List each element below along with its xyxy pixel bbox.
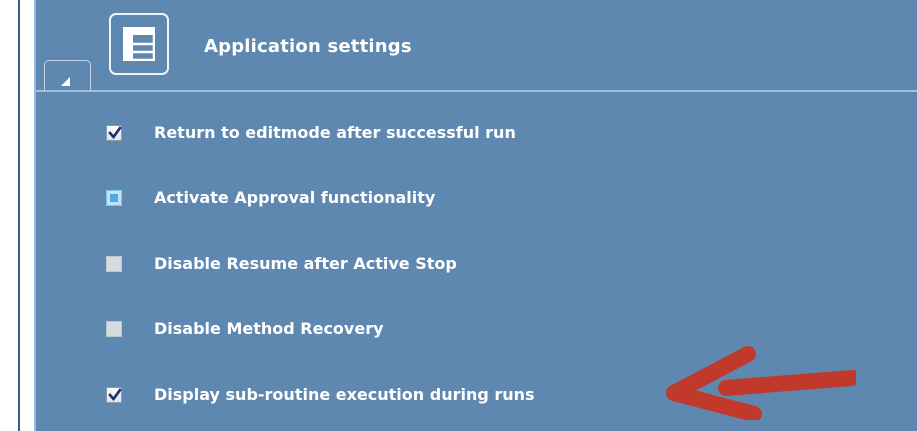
display-subroutine-checkbox[interactable] xyxy=(106,387,122,403)
setting-label: Disable Method Recovery xyxy=(154,319,384,338)
window-border xyxy=(18,0,20,431)
setting-disable-method-recovery[interactable]: Disable Method Recovery xyxy=(36,314,686,344)
collapse-toggle[interactable] xyxy=(44,60,91,90)
setting-label: Activate Approval functionality xyxy=(154,188,436,207)
layout-grid-icon-glyph xyxy=(123,27,155,61)
setting-disable-resume[interactable]: Disable Resume after Active Stop xyxy=(36,249,686,279)
setting-label: Return to editmode after successful run xyxy=(154,123,516,142)
return-to-editmode-checkbox[interactable] xyxy=(106,125,122,141)
panel-header: Application settings xyxy=(36,0,917,92)
layout-grid-icon xyxy=(109,13,169,75)
disable-method-recovery-checkbox[interactable] xyxy=(106,321,122,337)
red-arrow-left-icon xyxy=(666,346,856,420)
checkmark-icon xyxy=(108,126,122,140)
activate-approval-checkbox[interactable] xyxy=(106,190,122,206)
screenshot-frame: Application settings Return to editmode … xyxy=(0,0,917,431)
setting-display-subroutine[interactable]: Display sub-routine execution during run… xyxy=(36,380,686,410)
collapse-triangle-icon xyxy=(61,77,70,86)
application-settings-panel: Application settings Return to editmode … xyxy=(34,0,917,431)
disable-resume-checkbox[interactable] xyxy=(106,256,122,272)
setting-activate-approval[interactable]: Activate Approval functionality xyxy=(36,183,686,213)
setting-return-to-editmode[interactable]: Return to editmode after successful run xyxy=(36,118,686,148)
panel-title: Application settings xyxy=(204,36,412,57)
setting-label: Display sub-routine execution during run… xyxy=(154,385,535,404)
checkmark-icon xyxy=(108,388,122,402)
setting-label: Disable Resume after Active Stop xyxy=(154,254,457,273)
